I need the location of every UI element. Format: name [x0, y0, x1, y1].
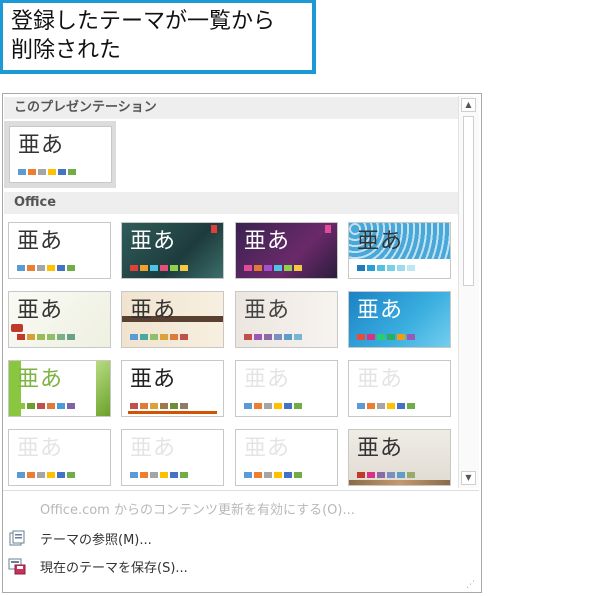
thumb-color-bar: [130, 334, 188, 340]
theme-thumb-faded-1[interactable]: 亜あ: [235, 360, 338, 417]
thumb-wood-strip: [349, 480, 450, 485]
thumb-color-bar: [244, 472, 302, 478]
thumb-sample-text: 亜あ: [357, 367, 404, 392]
thumb-sample-text: 亜あ: [130, 436, 177, 461]
thumb-accent: [211, 225, 217, 233]
theme-thumb-faded-5[interactable]: 亜あ: [235, 429, 338, 486]
thumb-accent-right: [96, 361, 110, 416]
thumb-sample-text: 亜あ: [130, 367, 177, 392]
menu-divider: [3, 490, 479, 491]
thumb-sample-text: 亜あ: [244, 298, 291, 323]
resize-grip[interactable]: ⋰: [466, 580, 475, 590]
thumb-color-bar: [17, 403, 75, 409]
caption-line-2: 削除された: [11, 38, 122, 63]
thumb-color-bar: [244, 334, 302, 340]
theme-thumb-faded-3[interactable]: 亜あ: [8, 429, 111, 486]
thumb-color-bar: [18, 169, 76, 175]
theme-thumb-office[interactable]: 亜あ: [8, 222, 111, 279]
section-header-this-presentation: このプレゼンテーション: [4, 97, 459, 119]
thumb-sample-text: 亜あ: [357, 229, 404, 254]
thumb-accent: [325, 225, 331, 233]
gallery-scrollbar[interactable]: ▲ ▼: [458, 96, 479, 488]
theme-thumb-stone[interactable]: 亜あ: [348, 429, 451, 486]
caption-text: 登録したテーマが一覧から 削除された: [3, 3, 312, 70]
thumb-color-bar: [357, 403, 415, 409]
caption-box: 登録したテーマが一覧から 削除された: [0, 0, 316, 74]
thumb-color-bar: [357, 265, 415, 271]
thumb-color-bar: [244, 403, 302, 409]
theme-thumb-light-green[interactable]: 亜あ: [8, 291, 111, 348]
theme-thumb-wood[interactable]: 亜あ: [121, 291, 224, 348]
theme-thumb-purple[interactable]: 亜あ: [235, 222, 338, 279]
theme-thumb-current[interactable]: 亜あ: [9, 126, 112, 183]
save-theme-icon: [8, 557, 26, 575]
thumb-color-bar: [17, 265, 75, 271]
thumb-color-bar: [130, 265, 188, 271]
scroll-down-button[interactable]: ▼: [461, 471, 476, 485]
thumb-sample-text: 亜あ: [130, 229, 177, 254]
theme-thumb-teal[interactable]: 亜あ: [121, 222, 224, 279]
thumb-color-bar: [130, 403, 188, 409]
menu-enable-office-updates: Office.com からのコンテンツ更新を有効にする(O)...: [40, 503, 355, 518]
folder-browse-icon: [8, 529, 26, 547]
theme-thumb-green-facet[interactable]: 亜あ: [8, 360, 111, 417]
theme-thumb-orange-line[interactable]: 亜あ: [121, 360, 224, 417]
thumb-underline: [128, 411, 217, 414]
theme-thumb-pattern[interactable]: 亜あ: [348, 222, 451, 279]
scroll-up-button[interactable]: ▲: [461, 98, 476, 112]
section-header-office: Office: [4, 192, 459, 214]
theme-thumb-blue[interactable]: 亜あ: [348, 291, 451, 348]
scroll-thumb[interactable]: [463, 116, 474, 286]
thumb-sample-text: 亜あ: [244, 436, 291, 461]
thumb-color-bar: [130, 472, 188, 478]
caption-line-1: 登録したテーマが一覧から: [11, 9, 276, 34]
thumb-color-bar: [244, 265, 302, 271]
thumb-sample-text: 亜あ: [17, 436, 64, 461]
thumb-sample-text: 亜あ: [18, 133, 65, 158]
thumb-sample-text: 亜あ: [244, 367, 291, 392]
menu-browse-themes[interactable]: テーマの参照(M)...: [40, 529, 152, 548]
theme-thumb-faded-2[interactable]: 亜あ: [348, 360, 451, 417]
thumb-sample-text: 亜あ: [17, 229, 64, 254]
thumb-sample-text: 亜あ: [357, 436, 404, 461]
thumb-sample-text: 亜あ: [244, 229, 291, 254]
theme-thumb-faded-4[interactable]: 亜あ: [121, 429, 224, 486]
thumb-color-bar: [17, 472, 75, 478]
thumb-sample-text: 亜あ: [17, 298, 64, 323]
thumb-color-bar: [357, 334, 415, 340]
thumb-color-bar: [357, 472, 415, 478]
thumb-accent: [11, 324, 23, 332]
thumb-color-bar: [17, 334, 75, 340]
menu-save-current-theme[interactable]: 現在のテーマを保存(S)...: [40, 557, 188, 576]
thumb-sample-text: 亜あ: [17, 367, 64, 392]
theme-thumb-beige[interactable]: 亜あ: [235, 291, 338, 348]
thumb-sample-text: 亜あ: [130, 298, 177, 323]
thumb-sample-text: 亜あ: [357, 298, 404, 323]
